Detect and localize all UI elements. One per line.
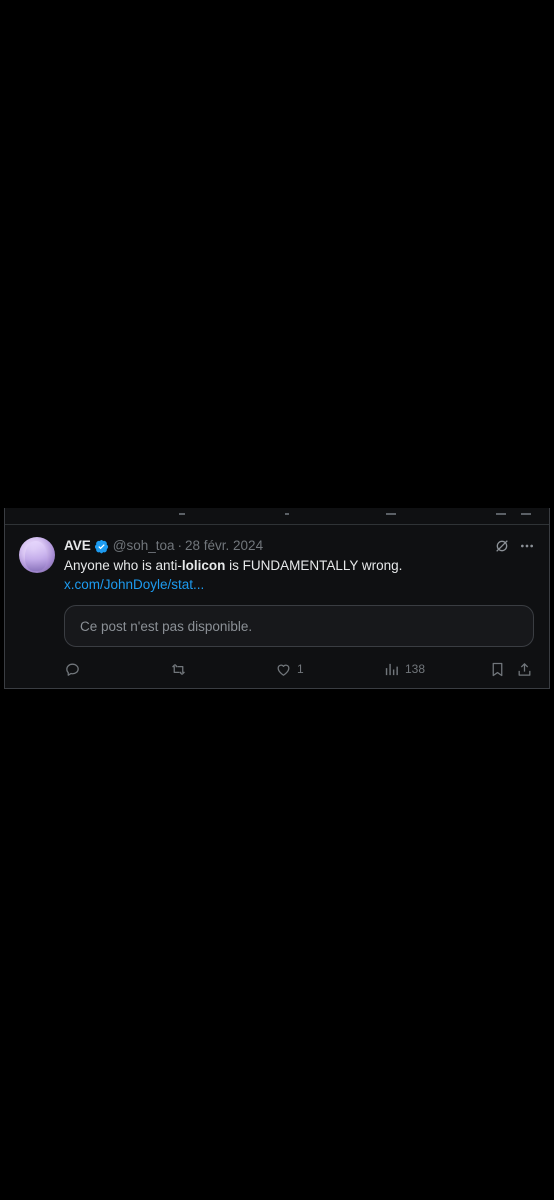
bookmark-button[interactable] [489, 660, 506, 678]
share-button[interactable] [516, 660, 533, 678]
tweet-link[interactable]: x.com/JohnDoyle/stat... [64, 576, 204, 594]
previous-like-icon [285, 508, 289, 515]
like-button[interactable]: 1 [275, 660, 304, 678]
views-count: 138 [405, 662, 426, 676]
quoted-post-unavailable: Ce post n'est pas disponible. [64, 605, 534, 647]
tweet-text-bold[interactable]: lolicon [182, 558, 226, 573]
previous-reply-icon [179, 508, 185, 515]
reply-icon [66, 663, 79, 676]
like-count: 1 [297, 662, 304, 676]
tweet-header: AVE @soh_toa · 28 févr. 2024 [64, 537, 263, 555]
grok-icon[interactable] [494, 538, 510, 554]
repost-icon [172, 663, 185, 675]
tweet-card[interactable]: AVE @soh_toa · 28 févr. 2024 Anyone who … [4, 508, 550, 689]
repost-button[interactable] [170, 660, 192, 678]
reply-button[interactable] [64, 660, 86, 678]
display-name[interactable]: AVE [64, 537, 91, 555]
separator: · [177, 538, 183, 553]
tweet-text: Anyone who is anti-lolicon is FUNDAMENTA… [64, 557, 402, 575]
verified-badge-icon [94, 539, 108, 553]
tweet-date[interactable]: 28 févr. 2024 [185, 537, 263, 555]
heart-icon [277, 664, 290, 676]
handle[interactable]: @soh_toa [113, 537, 175, 555]
unavailable-message: Ce post n'est pas disponible. [80, 618, 253, 634]
tweet-text-end: is FUNDAMENTALLY wrong. [225, 558, 403, 573]
previous-bookmark-icon [496, 508, 506, 515]
avatar[interactable] [19, 537, 55, 573]
previous-tweet-action-bar [5, 508, 549, 525]
previous-share-icon [521, 508, 531, 515]
views-icon [385, 663, 398, 675]
tweet-text-start: Anyone who is anti- [64, 558, 182, 573]
share-icon [518, 662, 531, 676]
bookmark-icon [492, 662, 503, 676]
more-icon[interactable] [518, 538, 536, 554]
views-button[interactable]: 138 [383, 660, 425, 678]
previous-views-icon [386, 508, 396, 515]
